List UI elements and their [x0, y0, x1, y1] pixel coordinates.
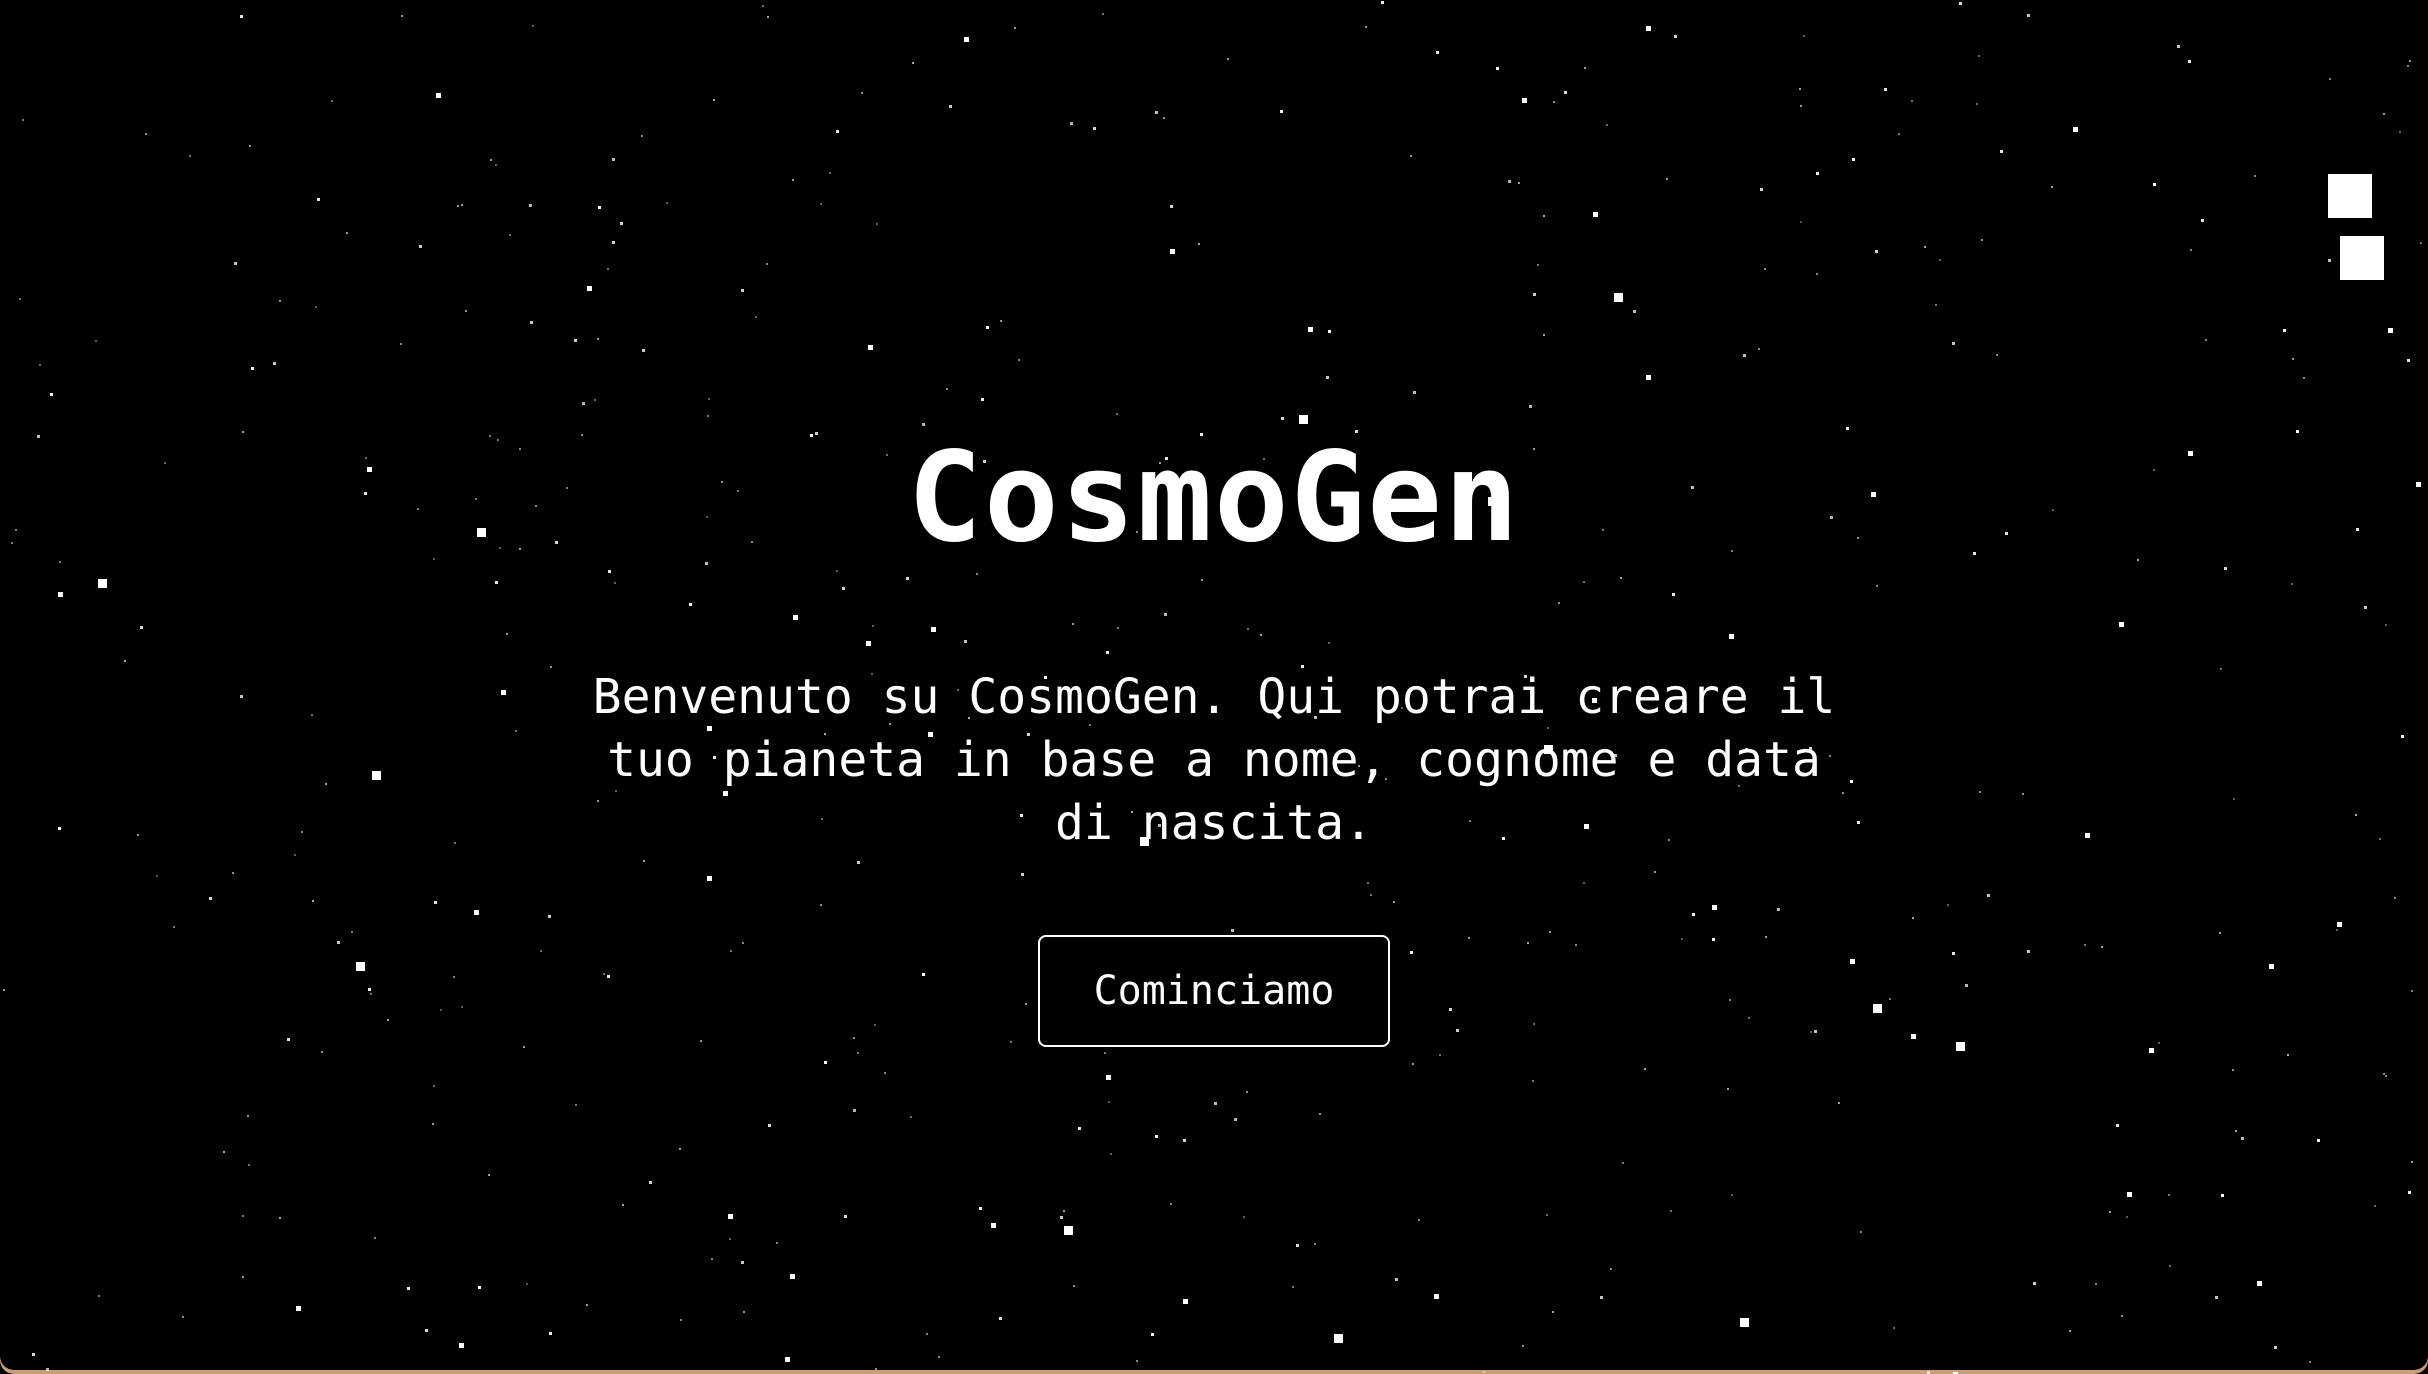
start-button[interactable]: Cominciamo: [1038, 935, 1390, 1047]
menu-squares-icon[interactable]: [2310, 170, 2384, 288]
menu-square-bottom: [2340, 236, 2384, 280]
page-title: CosmoGen: [907, 426, 1521, 570]
menu-square-top: [2328, 174, 2372, 218]
hero-section: CosmoGen Benvenuto su CosmoGen. Qui potr…: [0, 0, 2428, 1374]
welcome-description: Benvenuto su CosmoGen. Qui potrai creare…: [592, 669, 1836, 851]
app-window: CosmoGen Benvenuto su CosmoGen. Qui potr…: [0, 0, 2428, 1374]
